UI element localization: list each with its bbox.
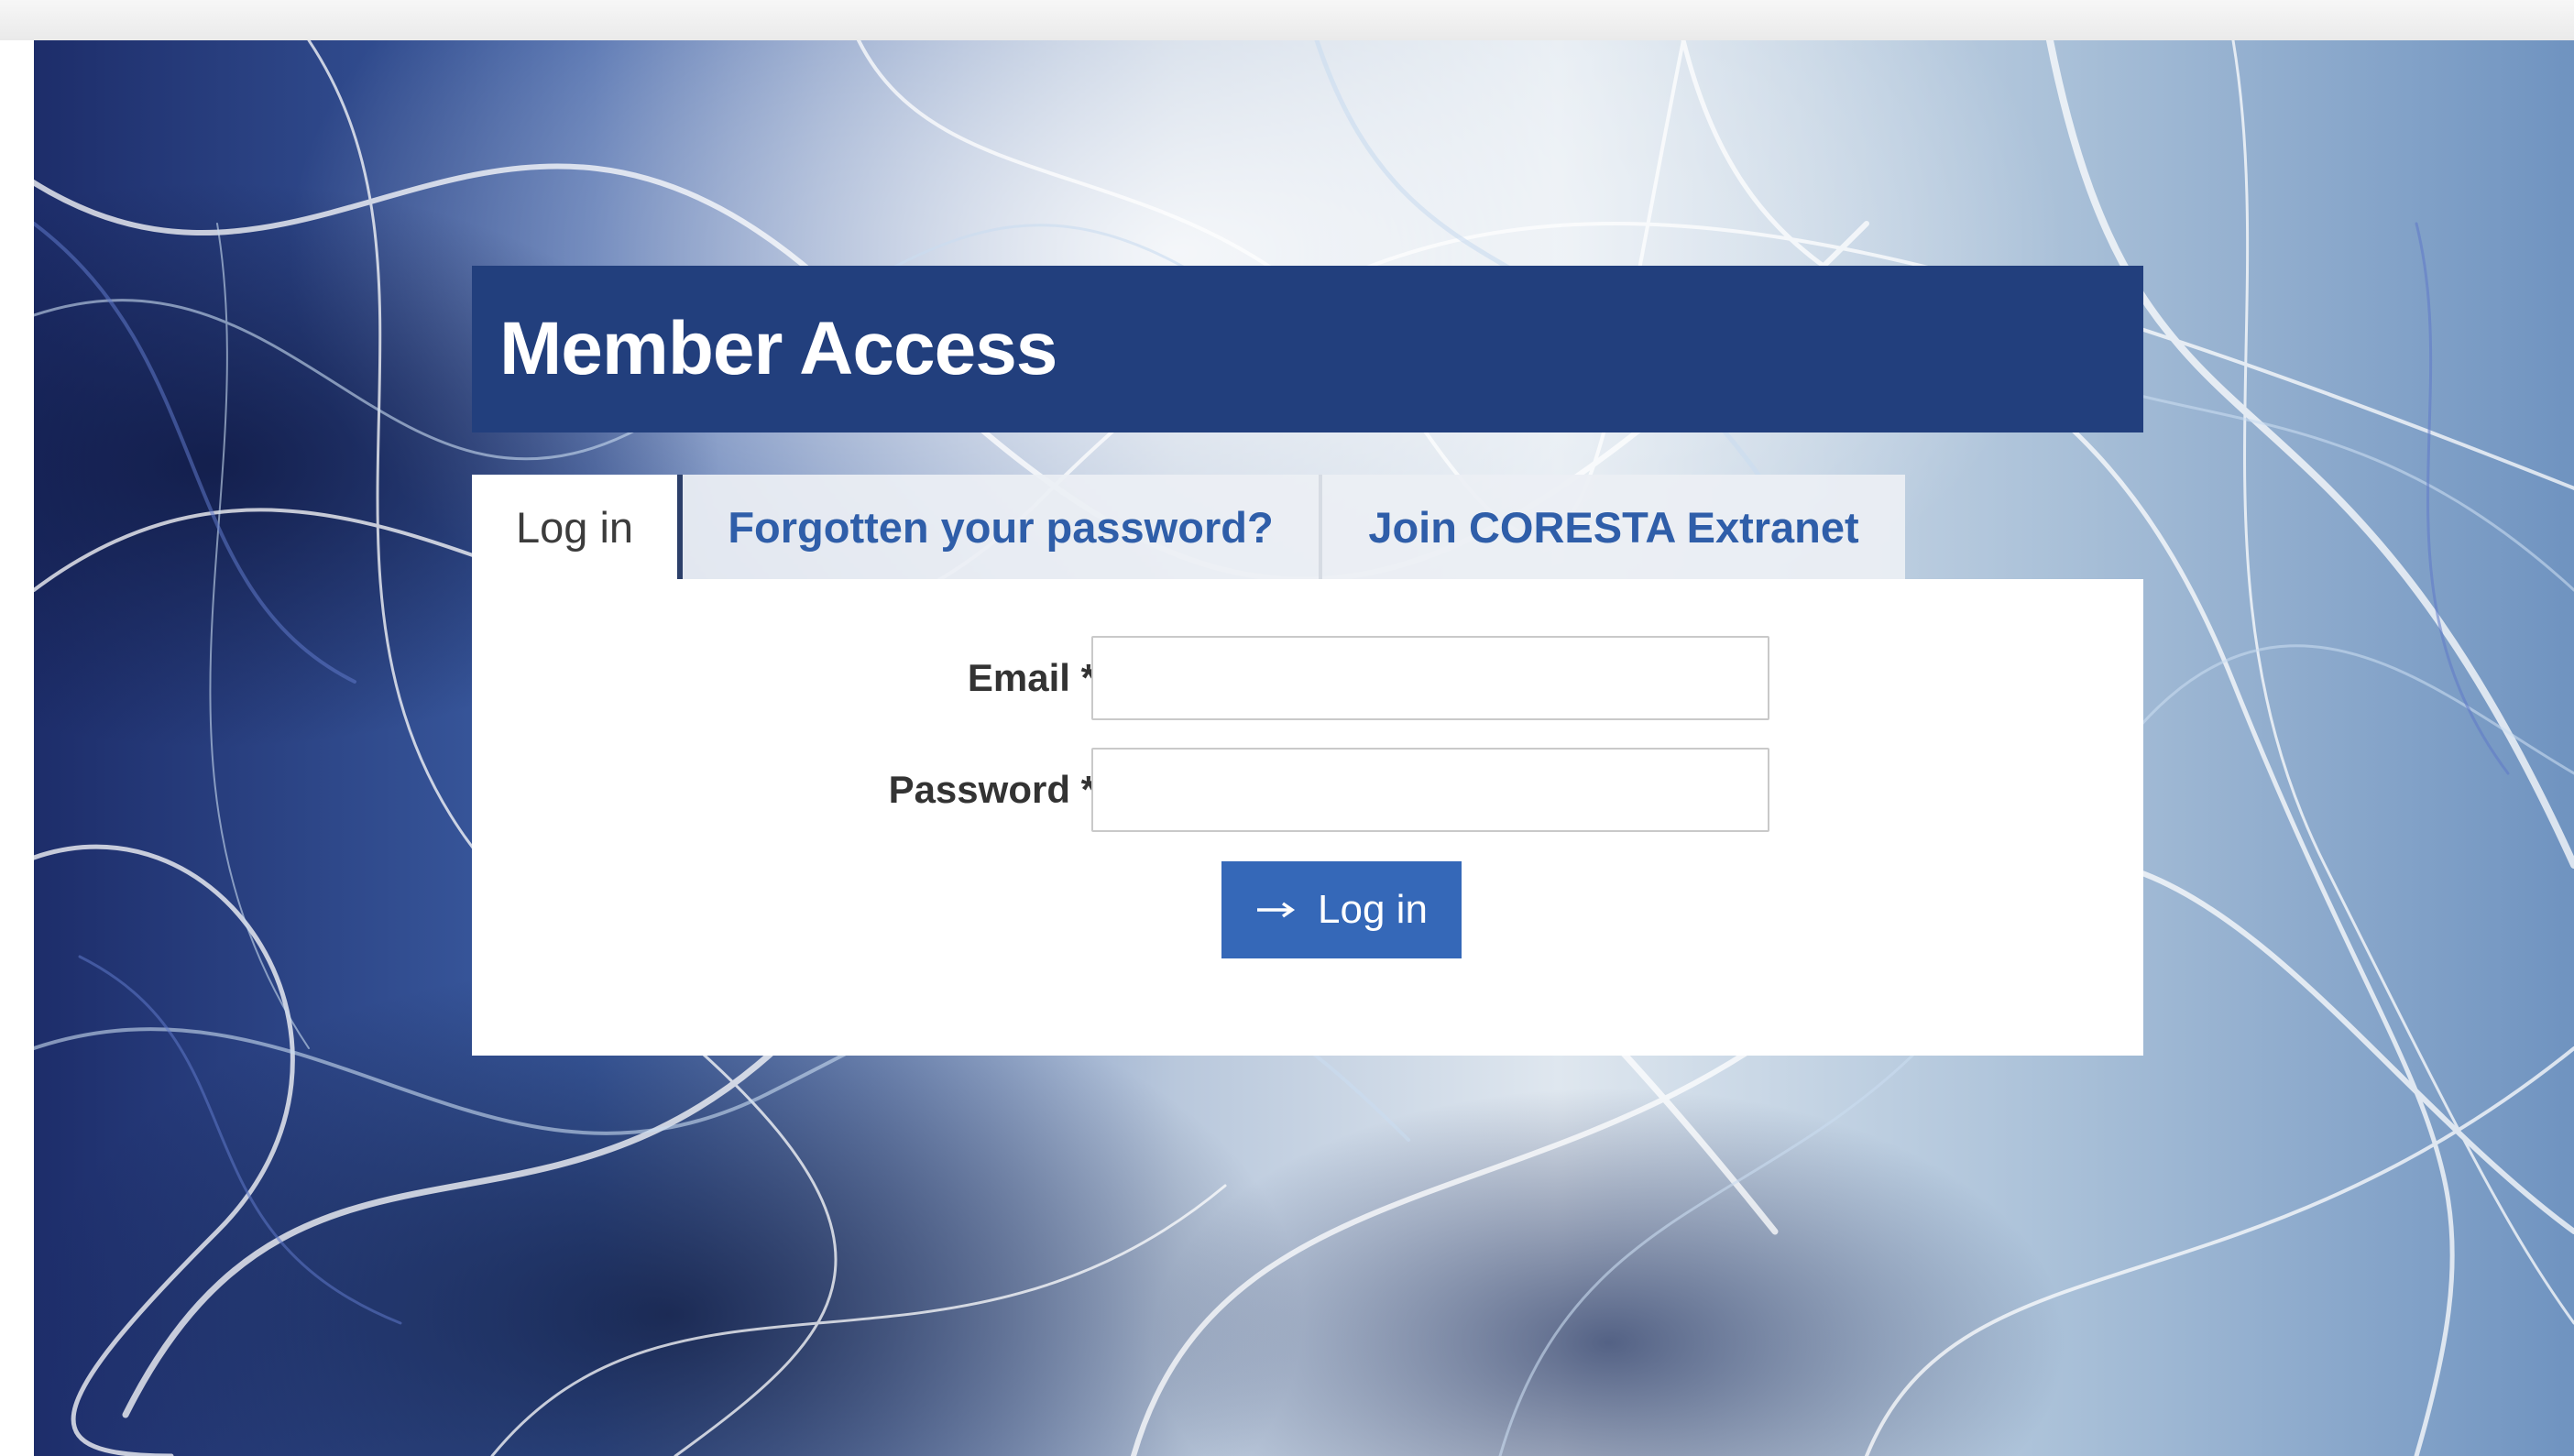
- tab-join-extranet[interactable]: Join CORESTA Extranet: [1319, 475, 1905, 579]
- panel-gap: [472, 432, 2143, 475]
- password-field[interactable]: [1091, 748, 1769, 832]
- panel-title: Member Access: [499, 307, 1057, 390]
- panel-header: Member Access: [472, 266, 2143, 432]
- browser-top-strip: [0, 0, 2574, 40]
- tab-bar: Log in Forgotten your password? Join COR…: [472, 475, 2143, 579]
- email-label: Email *: [967, 656, 1096, 699]
- password-label: Password *: [888, 768, 1096, 811]
- login-form: Email * Password * Log in: [472, 579, 2143, 1056]
- page: Member Access Log in Forgotten your pass…: [34, 40, 2574, 1456]
- log-in-button-label: Log in: [1318, 887, 1428, 932]
- arrow-right-icon: [1255, 901, 1298, 919]
- password-row: Password *: [472, 748, 2143, 832]
- tab-forgotten-password[interactable]: Forgotten your password?: [683, 475, 1319, 579]
- email-row: Email *: [472, 636, 2143, 720]
- email-field[interactable]: [1091, 636, 1769, 720]
- log-in-button[interactable]: Log in: [1221, 861, 1462, 958]
- tab-log-in[interactable]: Log in: [472, 475, 683, 579]
- member-access-panel: Member Access Log in Forgotten your pass…: [472, 266, 2143, 1056]
